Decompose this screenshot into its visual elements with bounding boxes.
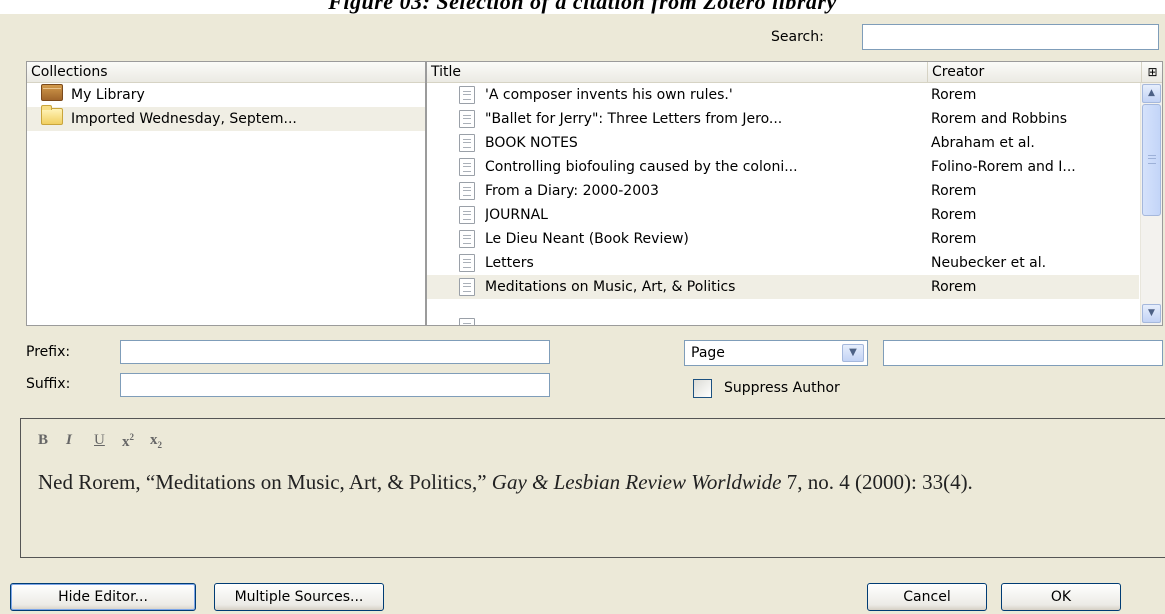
collection-label: Imported Wednesday, Septem... xyxy=(71,111,297,127)
citation-text[interactable]: Ned Rorem, “Meditations on Music, Art, &… xyxy=(38,468,1163,497)
cell-creator: Rorem xyxy=(931,231,977,247)
cell-creator: Rorem xyxy=(931,207,977,223)
collections-header[interactable]: Collections xyxy=(27,62,425,83)
cell-title: Le Dieu Neant (Book Review) xyxy=(485,231,689,247)
cell-creator: Neubecker et al. xyxy=(931,255,1047,271)
hide-editor-button[interactable]: Hide Editor... xyxy=(10,583,196,611)
collections-pane: Collections My Library Imported Wednesda… xyxy=(26,61,426,326)
suffix-input[interactable] xyxy=(120,373,550,397)
citation-part2: 7, no. 4 (2000): 33(4). xyxy=(781,470,973,494)
scroll-down-icon[interactable]: ▼ xyxy=(1142,304,1161,323)
prefix-label: Prefix: xyxy=(26,344,71,360)
table-row-selected[interactable]: Meditations on Music, Art, & Politics Ro… xyxy=(427,275,1139,299)
cell-creator: Rorem and Robbins xyxy=(931,111,1068,127)
items-header: Title Creator ⊞ xyxy=(427,62,1162,83)
document-icon xyxy=(459,230,475,248)
prefix-input[interactable] xyxy=(120,340,550,364)
column-header-title[interactable]: Title xyxy=(427,62,931,83)
suppress-author-label: Suppress Author xyxy=(724,380,840,396)
citation-part1: Ned Rorem, “Meditations on Music, Art, &… xyxy=(38,470,492,494)
items-scrollbar[interactable]: ▲ ▼ xyxy=(1140,83,1162,325)
cancel-button[interactable]: Cancel xyxy=(867,583,987,611)
document-icon xyxy=(459,134,475,152)
suffix-label: Suffix: xyxy=(26,376,71,392)
suppress-author-checkbox[interactable] xyxy=(693,379,712,398)
column-header-creator[interactable]: Creator xyxy=(927,62,1142,83)
table-row[interactable]: JOURNAL Rorem xyxy=(427,203,1139,227)
document-icon xyxy=(459,318,475,325)
scroll-thumb[interactable] xyxy=(1142,104,1161,216)
cell-title: Letters xyxy=(485,255,534,271)
ok-button[interactable]: OK xyxy=(1001,583,1121,611)
cell-creator: Abraham et al. xyxy=(931,135,1035,151)
cell-creator: Folino-Rorem and I... xyxy=(931,159,1076,175)
cell-title: Controlling biofouling caused by the col… xyxy=(485,159,798,175)
cell-creator: Rorem xyxy=(931,279,977,295)
cell-title: From a Diary: 2000-2003 xyxy=(485,183,659,199)
subscript-mark: 2 xyxy=(157,440,163,450)
table-row[interactable]: Letters Neubecker et al. xyxy=(427,251,1139,275)
underline-button[interactable]: U xyxy=(94,432,105,449)
locator-selected-value: Page xyxy=(691,345,725,361)
cell-title: BOOK NOTES xyxy=(485,135,578,151)
table-row[interactable]: 'A composer invents his own rules.' Rore… xyxy=(427,83,1139,107)
citation-journal: Gay & Lesbian Review Worldwide xyxy=(491,470,782,494)
superscript-glyph: x xyxy=(122,434,130,450)
items-pane: Title Creator ⊞ 'A composer invents his … xyxy=(426,61,1163,326)
table-row[interactable]: From a Diary: 2000-2003 Rorem xyxy=(427,179,1139,203)
collection-imported[interactable]: Imported Wednesday, Septem... xyxy=(27,105,425,131)
document-icon xyxy=(459,278,475,296)
superscript-button[interactable]: x2 xyxy=(122,432,134,451)
table-row[interactable]: BOOK NOTES Abraham et al. xyxy=(427,131,1139,155)
cell-creator: Rorem xyxy=(931,183,977,199)
collection-label: My Library xyxy=(71,87,145,103)
table-row[interactable]: Le Dieu Neant (Book Review) Rorem xyxy=(427,227,1139,251)
locator-input[interactable] xyxy=(883,340,1163,366)
bold-button[interactable]: B xyxy=(38,432,48,449)
subscript-button[interactable]: x2 xyxy=(150,432,162,450)
document-icon xyxy=(459,206,475,224)
cell-title: JOURNAL xyxy=(485,207,548,223)
figure-caption-text: Figure 03: Selection of a citation from … xyxy=(328,0,837,14)
cell-title: Meditations on Music, Art, & Politics xyxy=(485,279,736,295)
italic-button[interactable]: I xyxy=(66,432,72,449)
column-picker-icon[interactable]: ⊞ xyxy=(1141,62,1162,83)
document-icon xyxy=(459,110,475,128)
figure-caption: Figure 03: Selection of a citation from … xyxy=(0,0,1165,14)
collection-my-library[interactable]: My Library xyxy=(27,83,425,107)
cell-title: "Ballet for Jerry": Three Letters from J… xyxy=(485,111,783,127)
subscript-glyph: x xyxy=(150,432,158,448)
scroll-up-icon[interactable]: ▲ xyxy=(1142,84,1161,103)
table-row-partial[interactable] xyxy=(427,317,1139,325)
folder-icon xyxy=(41,105,63,125)
document-icon xyxy=(459,86,475,104)
document-icon xyxy=(459,158,475,176)
multiple-sources-button[interactable]: Multiple Sources... xyxy=(214,583,384,611)
table-row[interactable]: "Ballet for Jerry": Three Letters from J… xyxy=(427,107,1139,131)
cell-creator: Rorem xyxy=(931,87,977,103)
document-icon xyxy=(459,182,475,200)
document-icon xyxy=(459,254,475,272)
locator-select[interactable]: Page ▼ xyxy=(684,340,868,366)
chevron-down-icon[interactable]: ▼ xyxy=(842,344,864,362)
search-label: Search: xyxy=(771,29,824,45)
cell-title: 'A composer invents his own rules.' xyxy=(485,87,733,103)
library-icon xyxy=(41,84,63,101)
superscript-mark: 2 xyxy=(129,432,135,442)
search-input[interactable] xyxy=(862,24,1159,50)
table-row[interactable]: Controlling biofouling caused by the col… xyxy=(427,155,1139,179)
